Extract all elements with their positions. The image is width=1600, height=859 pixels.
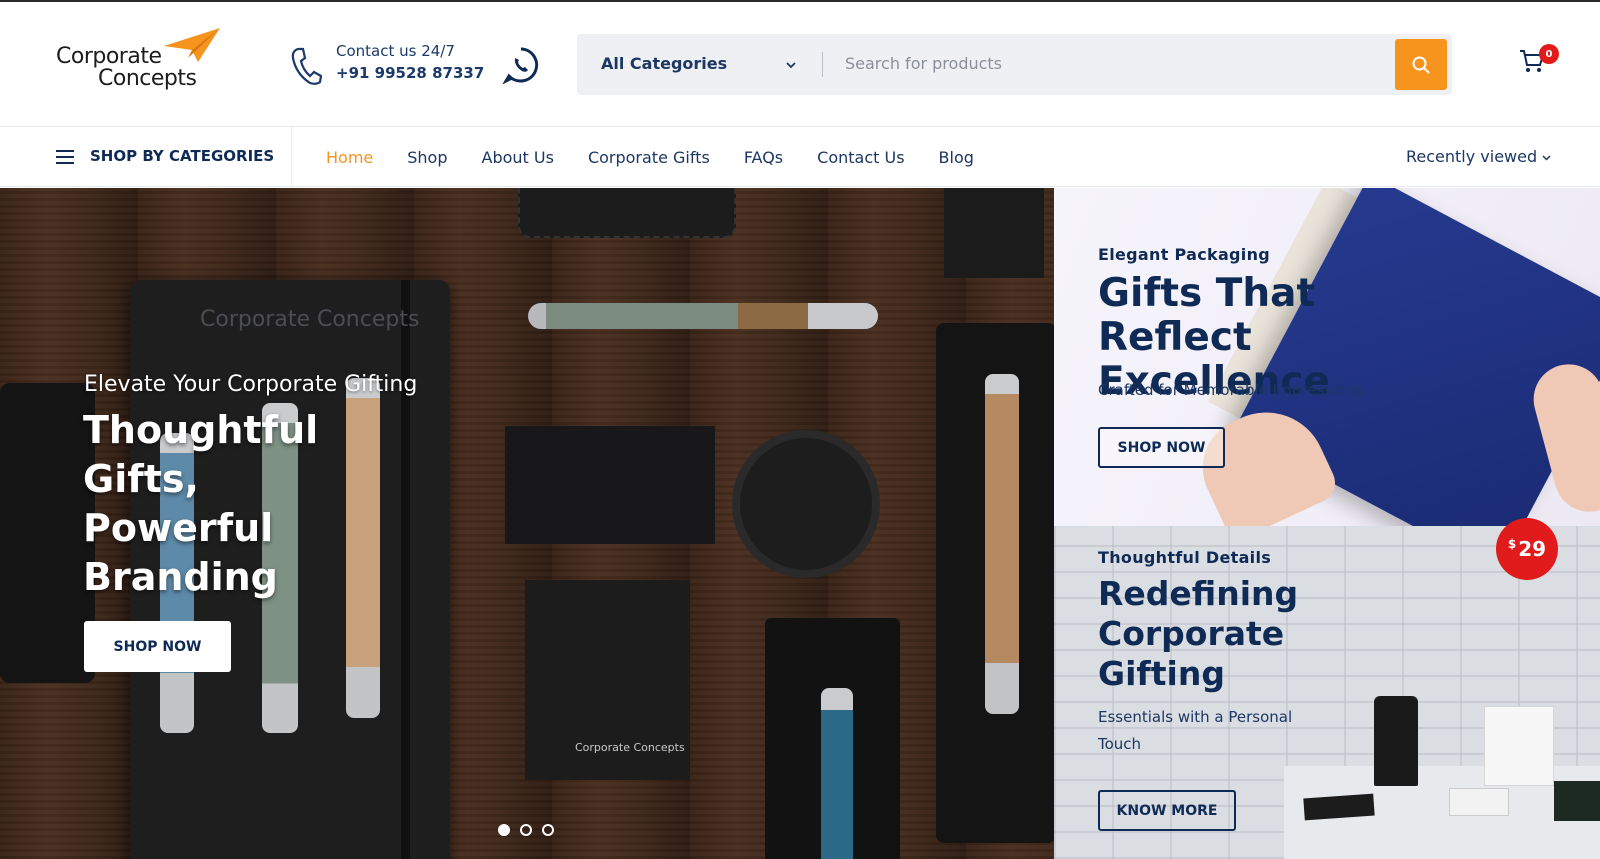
cart-count-badge: 0	[1539, 44, 1559, 64]
contact-label: Contact us 24/7	[336, 42, 455, 60]
notebook-emboss: Corporate Concepts	[200, 307, 420, 332]
recently-viewed-label: Recently viewed	[1406, 147, 1538, 166]
hero-title: Thoughtful Gifts, Powerful Branding	[83, 408, 319, 599]
nav-item-shop[interactable]: Shop	[407, 148, 447, 167]
recently-viewed-dropdown[interactable]: Recently viewed	[1406, 147, 1551, 166]
branded-card-image	[505, 426, 715, 544]
notebook-band	[401, 280, 410, 859]
gift-box-image	[944, 188, 1044, 278]
nav-item-contact-us[interactable]: Contact Us	[817, 148, 904, 167]
pen-image	[985, 374, 1019, 714]
nav-item-corporate-gifts[interactable]: Corporate Gifts	[588, 148, 710, 167]
logo-text-line2: Concepts	[98, 66, 197, 91]
nav-item-about-us[interactable]: About Us	[482, 148, 554, 167]
chevron-down-icon[interactable]	[785, 56, 797, 75]
slider-dot-3[interactable]	[542, 824, 554, 836]
shop-by-categories-label: SHOP BY CATEGORIES	[90, 147, 275, 165]
compass-image	[740, 438, 872, 570]
phone-icon	[290, 46, 323, 90]
lantern-image	[1374, 696, 1418, 786]
promo1-kicker: Elegant Packaging	[1098, 245, 1271, 264]
contact-block[interactable]: Contact us 24/7 +91 99528 87337	[290, 38, 490, 94]
promo-banner-packaging[interactable]: Elegant Packaging Gifts That Reflect Exc…	[1054, 188, 1600, 526]
slider-dot-2[interactable]	[520, 824, 532, 836]
promo1-shop-now-button[interactable]: SHOP NOW	[1098, 427, 1225, 468]
pen-image	[821, 688, 853, 859]
wrapped-gift-image	[1554, 781, 1600, 821]
brand-logo[interactable]: Corporate Concepts	[56, 28, 226, 98]
nav-menu: Home Shop About Us Corporate Gifts FAQs …	[326, 127, 1008, 187]
promo2-kicker: Thoughtful Details	[1098, 548, 1272, 567]
pen-image	[528, 303, 878, 329]
notepad-brand-text: Corporate Concepts	[575, 741, 685, 754]
chevron-down-icon	[1542, 155, 1551, 161]
category-select[interactable]: All Categories	[601, 54, 727, 73]
price-amount: 29	[1518, 537, 1547, 561]
price-badge: $ 29	[1496, 518, 1558, 580]
search-divider	[822, 52, 823, 77]
pen-image	[346, 378, 380, 718]
gift-bag-image	[1484, 706, 1554, 786]
nav-item-blog[interactable]: Blog	[939, 148, 974, 167]
leather-pouch-image	[518, 188, 736, 238]
whatsapp-icon[interactable]	[502, 46, 540, 88]
paper-plane-icon	[164, 28, 220, 62]
contact-phone-number[interactable]: +91 99528 87337	[336, 64, 484, 82]
hero-subtitle: Elevate Your Corporate Gifting	[84, 372, 418, 397]
hero-slider: Corporate Concepts Corporate Concepts El…	[0, 188, 1054, 859]
promo2-description: Essentials with a Personal Touch	[1098, 708, 1293, 753]
main-navigation: SHOP BY CATEGORIES Home Shop About Us Co…	[0, 127, 1600, 187]
promo2-know-more-button[interactable]: KNOW MORE	[1098, 790, 1236, 831]
search-icon	[1412, 56, 1430, 74]
search-input[interactable]: Search for products	[845, 54, 1002, 73]
search-bar: All Categories Search for products	[577, 34, 1452, 95]
cart-button[interactable]: 0	[1519, 44, 1559, 84]
shop-by-categories-button[interactable]: SHOP BY CATEGORIES	[0, 127, 292, 187]
nav-item-home[interactable]: Home	[326, 148, 373, 167]
slider-dots	[498, 824, 564, 836]
leather-wallet-image	[0, 383, 95, 683]
hamburger-menu-icon	[56, 149, 74, 169]
site-header: Corporate Concepts Contact us 24/7 +91 9…	[0, 2, 1600, 127]
hero-shop-now-button[interactable]: SHOP NOW	[84, 621, 231, 672]
promo2-title: Redefining Corporate Gifting	[1098, 574, 1299, 693]
promo1-description: Crafted for Memorable Impressions	[1098, 381, 1363, 399]
gift-box-image	[1449, 788, 1509, 816]
price-currency: $	[1507, 537, 1517, 551]
search-button[interactable]	[1395, 39, 1447, 90]
nav-item-faqs[interactable]: FAQs	[744, 148, 783, 167]
slider-dot-1[interactable]	[498, 824, 510, 836]
branded-notepad-image: Corporate Concepts	[525, 580, 690, 780]
